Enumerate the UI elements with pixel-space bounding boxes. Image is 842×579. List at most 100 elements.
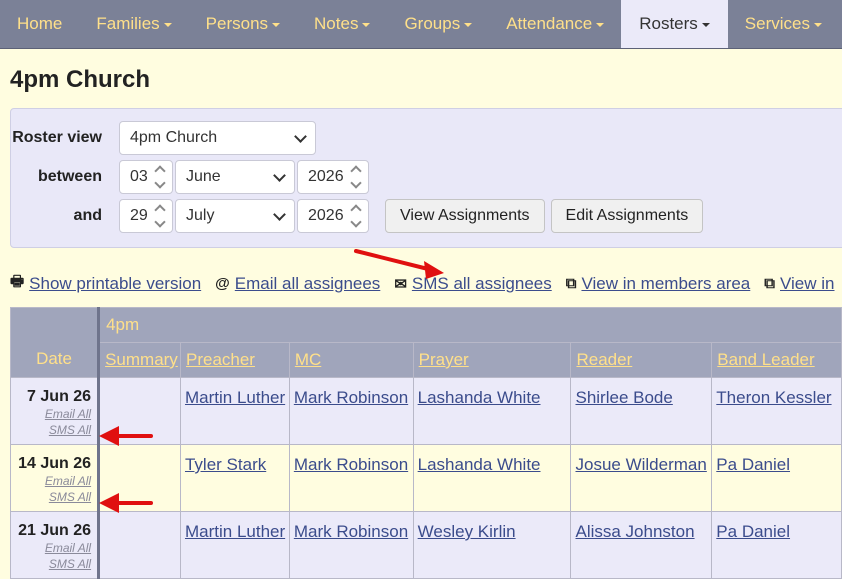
col-preacher[interactable]: Preacher [179, 342, 290, 378]
assignee-link[interactable]: Theron Kessler [712, 378, 841, 408]
assignee-cell: Theron Kessler [711, 377, 842, 445]
row-date: 14 Jun 26 [18, 455, 92, 472]
nav-attendance-label: Attendance [506, 14, 593, 33]
email-all-row-link[interactable]: Email All [11, 406, 91, 422]
spinner-icon [349, 204, 362, 228]
assignee-link[interactable]: Martin Luther [181, 512, 289, 542]
spinner-icon [154, 165, 166, 189]
date-cell: 21 Jun 26 Email All SMS All [9, 511, 100, 579]
date-cell: 14 Jun 26 Email All SMS All [9, 444, 100, 512]
assignee-link[interactable]: Wesley Kirlin [414, 512, 571, 542]
roster-view-select[interactable]: 4pm Church [119, 121, 316, 155]
external-link-icon: ⧉ [565, 275, 577, 292]
view-in-link[interactable]: View in [780, 274, 835, 294]
col-band-leader[interactable]: Band Leader [711, 342, 842, 378]
caret-down-icon [596, 23, 605, 27]
assignee-cell: Mark Robinson [288, 377, 414, 445]
from-year-value: 2026 [308, 168, 344, 185]
nav-groups[interactable]: Groups [387, 0, 489, 48]
assignee-link[interactable]: Mark Robinson [290, 445, 413, 475]
from-day-value: 03 [130, 168, 148, 185]
to-month-select[interactable]: July [175, 199, 295, 233]
assignee-link[interactable]: Shirlee Bode [571, 378, 711, 408]
assignee-cell: Lashanda White [412, 377, 572, 445]
nav-notes-label: Notes [314, 14, 359, 33]
assignee-link[interactable]: Alissa Johnston [571, 512, 711, 542]
between-row: between 03 June 2026 [11, 160, 371, 194]
spinner-icon [154, 204, 166, 228]
roster-view-label: Roster view [12, 129, 102, 146]
at-sign-icon: @ [215, 275, 230, 292]
summary-cell [97, 511, 181, 579]
caret-down-icon [362, 23, 371, 27]
sms-all-row-link[interactable]: SMS All [11, 556, 91, 572]
annotation-arrow-icon [99, 426, 153, 446]
sms-all-row-link[interactable]: SMS All [11, 489, 91, 505]
assignee-link[interactable]: Tyler Stark [181, 445, 289, 475]
from-year-stepper[interactable]: 2026 [297, 160, 369, 194]
table-row: 21 Jun 26 Email All SMS All Martin Luthe… [9, 511, 842, 579]
roster-view-value: 4pm Church [130, 129, 218, 146]
to-day-stepper[interactable]: 29 [119, 199, 173, 233]
date-cell: 7 Jun 26 Email All SMS All [9, 377, 100, 445]
assignee-link[interactable]: Lashanda White [414, 445, 571, 475]
view-assignments-button[interactable]: View Assignments [385, 199, 545, 233]
printable-action: 🖶 Show printable version [10, 271, 201, 296]
nav-services[interactable]: Services [728, 0, 839, 48]
assignee-link[interactable]: Josue Wilderman [571, 445, 711, 475]
assignee-link[interactable]: Pa Daniel [712, 445, 841, 475]
edit-assignments-button[interactable]: Edit Assignments [550, 199, 704, 233]
top-nav: Home Families Persons Notes Groups Atten… [0, 0, 842, 49]
assignee-cell: Martin Luther [179, 377, 290, 445]
members-area-link[interactable]: View in members area [581, 274, 750, 294]
service-header: 4pm [97, 307, 842, 343]
to-day-value: 29 [130, 207, 148, 224]
members-area-action: ⧉ View in members area [566, 274, 751, 294]
caret-down-icon [701, 23, 710, 27]
summary-value [100, 378, 180, 388]
col-summary[interactable]: Summary [97, 342, 181, 378]
row-date: 7 Jun 26 [27, 388, 92, 405]
nav-attendance[interactable]: Attendance [489, 0, 621, 48]
assignee-link[interactable]: Martin Luther [181, 378, 289, 408]
email-all-row-link[interactable]: Email All [11, 473, 91, 489]
nav-home[interactable]: Home [0, 0, 79, 48]
nav-notes[interactable]: Notes [297, 0, 387, 48]
assignee-cell: Wesley Kirlin [412, 511, 572, 579]
nav-services-label: Services [744, 14, 810, 33]
from-day-stepper[interactable]: 03 [119, 160, 173, 194]
roster-view-row: Roster view 4pm Church [11, 121, 318, 155]
nav-home-label: Home [17, 14, 63, 33]
roster-filter-panel: Roster view 4pm Church between 03 June 2… [10, 108, 842, 248]
caret-down-icon [272, 23, 281, 27]
assignee-link[interactable]: Mark Robinson [290, 512, 413, 542]
nav-families[interactable]: Families [79, 0, 188, 48]
assignee-link[interactable]: Pa Daniel [712, 512, 841, 542]
sms-all-row-link[interactable]: SMS All [11, 422, 91, 438]
chevron-down-icon [273, 168, 286, 182]
page-title: 4pm Church [10, 66, 151, 93]
assignee-cell: Josue Wilderman [570, 444, 713, 512]
assignee-link[interactable]: Mark Robinson [290, 378, 413, 408]
printable-link[interactable]: Show printable version [29, 274, 201, 294]
assignee-link[interactable]: Lashanda White [414, 378, 571, 408]
from-month-select[interactable]: June [175, 160, 295, 194]
email-all-row-link[interactable]: Email All [11, 540, 91, 556]
col-reader[interactable]: Reader [570, 342, 713, 378]
row-date: 21 Jun 26 [18, 522, 92, 539]
annotation-arrow-icon [99, 493, 153, 513]
caret-down-icon [163, 23, 172, 27]
date-header: Date [9, 307, 100, 378]
col-prayer[interactable]: Prayer [412, 342, 572, 378]
col-mc[interactable]: MC [288, 342, 414, 378]
annotation-arrow-icon [354, 249, 444, 279]
and-row: and 29 July 2026 View Assignments Edit A… [11, 199, 704, 233]
nav-rosters[interactable]: Rosters [621, 0, 728, 48]
to-year-stepper[interactable]: 2026 [297, 199, 369, 233]
to-year-value: 2026 [308, 207, 344, 224]
between-label: between [37, 168, 102, 185]
nav-groups-label: Groups [404, 14, 461, 33]
assignee-cell: Mark Robinson [288, 444, 414, 512]
assignee-cell: Pa Daniel [711, 444, 842, 512]
nav-persons[interactable]: Persons [189, 0, 297, 48]
